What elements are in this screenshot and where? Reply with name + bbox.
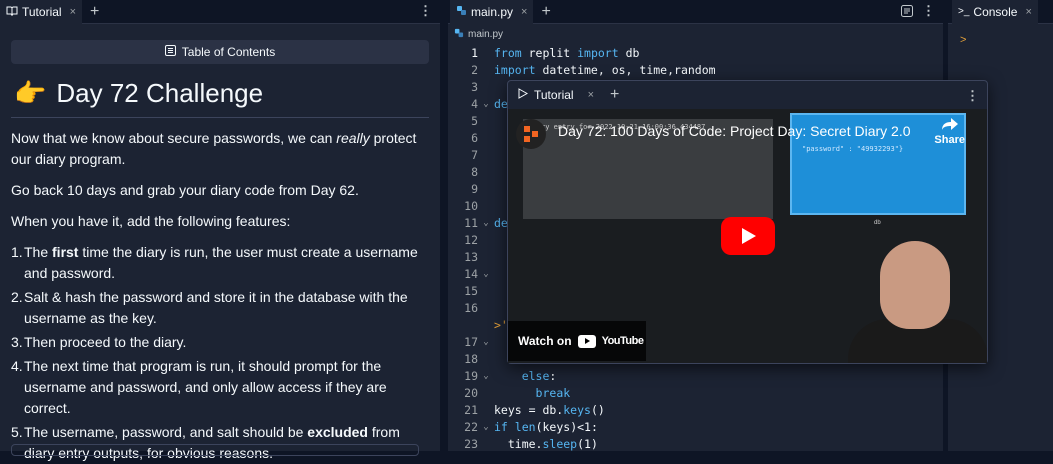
tutorial-pane: Tutorial × + ⋮ Table of Contents 👉 Day 7… xyxy=(0,0,440,451)
item-number: 5. xyxy=(11,422,24,443)
share-label: Share xyxy=(934,134,965,146)
item-text: The next time that program is run, it sh… xyxy=(24,358,387,416)
format-icon[interactable] xyxy=(901,5,913,20)
item-text: time the diary is run, the user must cre… xyxy=(24,244,418,281)
close-icon[interactable]: × xyxy=(1025,6,1031,18)
list-item: 2.Salt & hash the password and store it … xyxy=(24,287,429,329)
tutorial-video-popup[interactable]: Tutorial × + ⋮ ry entry for 2022-10-21 1… xyxy=(507,80,988,364)
item-text: The xyxy=(24,244,52,260)
youtube-embed[interactable]: ry entry for 2022-10-21 16:00:36.434487 … xyxy=(508,109,987,363)
tab-main-py[interactable]: main.py × xyxy=(450,0,533,24)
slide-caption: db xyxy=(874,220,881,226)
next-section-box xyxy=(11,444,419,456)
pointing-hand-icon: 👉 xyxy=(14,78,46,109)
item-text: Salt & hash the password and store it in… xyxy=(24,289,408,326)
item-bold: first xyxy=(52,244,78,260)
code-line: 2import datetime, os, time,random xyxy=(448,61,943,78)
channel-logo[interactable] xyxy=(516,119,546,149)
tab-tutorial-label: Tutorial xyxy=(22,5,62,19)
intro-paragraph: Now that we know about secure passwords,… xyxy=(11,128,429,170)
list-item: 3.Then proceed to the diary. xyxy=(24,332,429,353)
presenter-face xyxy=(880,241,950,329)
item-text: The username, password, and salt should … xyxy=(24,424,307,440)
book-icon xyxy=(6,5,18,19)
page-title: 👉 Day 72 Challenge xyxy=(14,78,440,109)
paragraph-3: When you have it, add the following feat… xyxy=(11,211,429,232)
item-number: 3. xyxy=(11,332,24,353)
code-line: 22⌄if len(keys)<1: xyxy=(448,418,943,435)
list-item: 4.The next time that program is run, it … xyxy=(24,356,429,419)
list-icon xyxy=(165,45,176,59)
youtube-icon xyxy=(578,335,596,348)
list-item: 1.The first time the diary is run, the u… xyxy=(24,242,429,284)
close-icon[interactable]: × xyxy=(70,6,76,18)
more-options-icon[interactable]: ⋮ xyxy=(419,4,432,17)
console-prompt[interactable]: > xyxy=(960,34,1053,46)
popup-tab-label[interactable]: Tutorial xyxy=(534,88,574,102)
feature-list: 1.The first time the diary is run, the u… xyxy=(11,242,429,464)
tab-tutorial[interactable]: Tutorial × xyxy=(0,0,82,24)
table-of-contents-button[interactable]: Table of Contents xyxy=(11,40,429,64)
play-button[interactable] xyxy=(721,217,775,255)
breadcrumb-file[interactable]: main.py xyxy=(468,29,503,40)
close-icon[interactable]: × xyxy=(521,6,527,18)
popup-tabbar: Tutorial × + ⋮ xyxy=(508,81,987,109)
watch-on-youtube-button[interactable]: Watch on YouTube xyxy=(508,321,646,361)
share-button[interactable]: Share xyxy=(934,117,965,146)
toc-label: Table of Contents xyxy=(182,45,275,59)
more-options-icon[interactable]: ⋮ xyxy=(966,89,979,102)
play-outline-icon xyxy=(518,88,528,102)
paragraph-2: Go back 10 days and grab your diary code… xyxy=(11,180,429,201)
breadcrumb: main.py xyxy=(448,24,943,44)
title-divider xyxy=(11,117,429,118)
python-icon xyxy=(456,5,467,19)
python-icon xyxy=(454,28,464,41)
terminal-icon: >_ xyxy=(958,6,969,17)
youtube-label: YouTube xyxy=(602,335,644,347)
code-line: 1from replit import db xyxy=(448,44,943,61)
item-number: 2. xyxy=(11,287,24,308)
list-item: 5.The username, password, and salt shoul… xyxy=(24,422,429,464)
tab-console-label: Console xyxy=(973,5,1017,19)
code-line: 20 break xyxy=(448,384,943,401)
item-bold: excluded xyxy=(307,424,368,440)
add-tab-icon[interactable]: + xyxy=(90,4,99,20)
console-tabbar: >_ Console × xyxy=(948,0,1053,24)
page-title-text: Day 72 Challenge xyxy=(56,78,263,109)
tab-main-py-label: main.py xyxy=(471,5,513,19)
video-title[interactable]: Day 72: 100 Days of Code: Project Day: S… xyxy=(558,123,911,139)
watch-on-label: Watch on xyxy=(518,334,572,348)
intro-text-1: Now that we know about secure passwords,… xyxy=(11,130,336,146)
intro-emphasis: really xyxy=(336,130,369,146)
slide-text: "password" : "49932293"} xyxy=(802,145,903,153)
code-line: 19⌄ else: xyxy=(448,367,943,384)
tab-console[interactable]: >_ Console × xyxy=(952,0,1038,24)
editor-tabbar: main.py × + ⋮ xyxy=(448,0,943,24)
more-options-icon[interactable]: ⋮ xyxy=(922,4,935,17)
item-number: 4. xyxy=(11,356,24,377)
code-line: 21keys = db.keys() xyxy=(448,401,943,418)
add-tab-icon[interactable]: + xyxy=(610,87,619,103)
code-line: 23 time.sleep(1) xyxy=(448,435,943,452)
tutorial-content: Now that we know about secure passwords,… xyxy=(0,128,440,464)
close-icon[interactable]: × xyxy=(588,89,594,101)
add-tab-icon[interactable]: + xyxy=(541,4,550,20)
item-text: Then proceed to the diary. xyxy=(24,334,186,350)
tutorial-tabbar: Tutorial × + ⋮ xyxy=(0,0,440,24)
item-number: 1. xyxy=(11,242,24,263)
share-icon xyxy=(941,117,959,131)
